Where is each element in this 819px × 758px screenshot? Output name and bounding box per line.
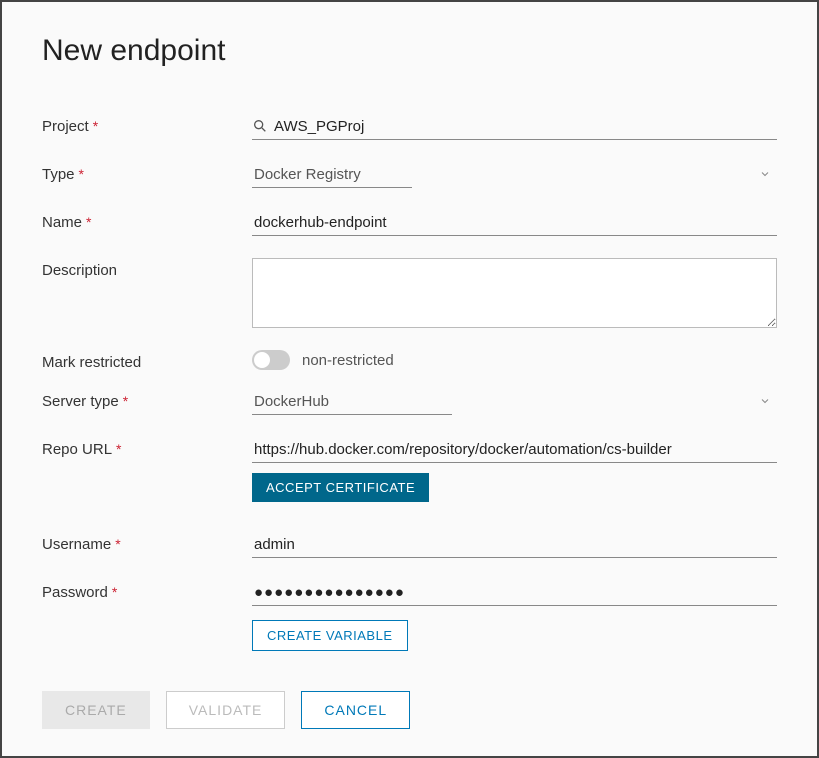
chevron-down-icon — [759, 168, 771, 180]
username-label: Username* — [42, 532, 252, 553]
validate-button[interactable]: VALIDATE — [166, 691, 286, 729]
new-endpoint-dialog: New endpoint Project* Type* Name* — [0, 0, 819, 758]
project-label: Project* — [42, 114, 252, 135]
accept-certificate-button[interactable]: ACCEPT CERTIFICATE — [252, 473, 429, 502]
create-variable-button[interactable]: CREATE VARIABLE — [252, 620, 408, 651]
restricted-state-label: non-restricted — [302, 352, 394, 369]
mark-restricted-label: Mark restricted — [42, 350, 252, 371]
project-input[interactable] — [252, 114, 777, 140]
restricted-toggle[interactable] — [252, 350, 290, 370]
cancel-button[interactable]: CANCEL — [301, 691, 410, 729]
create-button[interactable]: CREATE — [42, 691, 150, 729]
server-type-select[interactable] — [252, 389, 452, 415]
password-input[interactable] — [252, 580, 777, 606]
type-label: Type* — [42, 162, 252, 183]
name-label: Name* — [42, 210, 252, 231]
footer-actions: CREATE VALIDATE CANCEL — [42, 691, 777, 729]
repo-url-input[interactable] — [252, 437, 777, 463]
page-title: New endpoint — [42, 34, 777, 68]
username-input[interactable] — [252, 532, 777, 558]
description-textarea[interactable] — [252, 258, 777, 328]
name-input[interactable] — [252, 210, 777, 236]
chevron-down-icon — [759, 395, 771, 407]
repo-url-label: Repo URL* — [42, 437, 252, 458]
search-icon — [252, 118, 268, 134]
password-label: Password* — [42, 580, 252, 601]
server-type-label: Server type* — [42, 389, 252, 410]
type-select[interactable] — [252, 162, 412, 188]
toggle-knob — [254, 352, 270, 368]
description-label: Description — [42, 258, 252, 279]
